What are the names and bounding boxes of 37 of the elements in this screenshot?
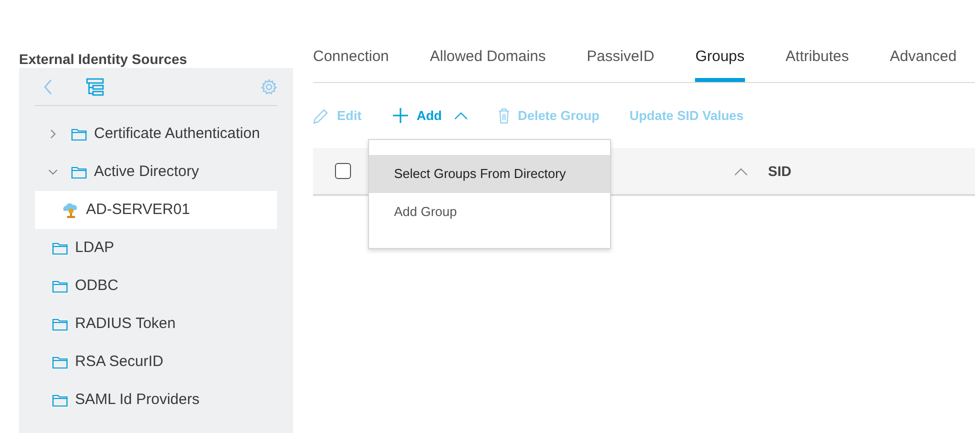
folder-icon — [52, 356, 68, 368]
chevron-right-icon[interactable] — [48, 129, 58, 139]
tree-item[interactable]: Active Directory — [35, 153, 277, 191]
tab[interactable]: Groups — [695, 48, 745, 82]
checkbox[interactable] — [335, 163, 351, 179]
tree-item[interactable]: LDAP — [35, 229, 277, 267]
trash-icon — [498, 108, 510, 124]
sort-icon[interactable] — [734, 168, 748, 176]
tree-item[interactable]: AD-SERVER01 — [35, 191, 277, 229]
sidebar-title: External Identity Sources — [19, 50, 188, 68]
folder-icon — [71, 128, 87, 140]
folder-icon — [52, 242, 68, 254]
tree-item[interactable]: ODBC — [35, 267, 277, 305]
pencil-icon — [313, 108, 329, 124]
menu-item[interactable]: Add Group — [369, 193, 610, 231]
folder-icon — [71, 166, 87, 178]
tree-view-icon[interactable] — [86, 78, 104, 96]
back-icon[interactable] — [43, 78, 53, 94]
column-header[interactable]: SID — [768, 160, 792, 182]
tree-item[interactable]: SAML Id Providers — [35, 381, 277, 419]
tab[interactable]: Connection — [313, 48, 389, 82]
chevron-up-icon — [454, 112, 468, 120]
folder-icon — [52, 280, 68, 292]
chevron-down-icon[interactable] — [48, 167, 58, 177]
settings-icon[interactable] — [261, 78, 277, 94]
folder-icon — [52, 318, 68, 330]
plus-icon — [392, 107, 409, 124]
tree-item[interactable]: RSA SecurID — [35, 343, 277, 381]
tree-item[interactable]: Certificate Authentication — [35, 115, 277, 153]
server-icon — [61, 202, 79, 218]
menu-item[interactable]: Select Groups From Directory — [369, 155, 610, 193]
tab[interactable]: Advanced — [890, 48, 957, 82]
tab[interactable]: PassiveID — [586, 48, 654, 82]
tab[interactable]: Allowed Domains — [430, 48, 546, 82]
folder-icon — [52, 394, 68, 406]
tab[interactable]: Attributes — [786, 48, 849, 82]
tree-item[interactable]: RADIUS Token — [35, 305, 277, 343]
